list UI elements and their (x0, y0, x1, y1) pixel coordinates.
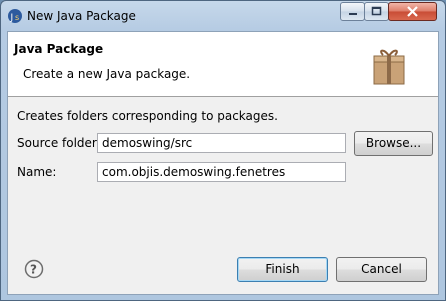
banner-title: Java Package (14, 42, 104, 56)
source-folder-label: Source folder: (17, 136, 101, 150)
header-banner: Java Package Create a new Java package. (8, 32, 438, 97)
source-folder-input[interactable]: demoswing/src (97, 133, 346, 153)
banner-message: Create a new Java package. (23, 67, 191, 81)
eclipse-java-icon: J s (8, 9, 22, 23)
browse-button[interactable]: Browse... (354, 131, 433, 156)
name-label: Name: (17, 165, 57, 179)
cancel-button[interactable]: Cancel (336, 257, 427, 282)
svg-text:J: J (10, 13, 14, 23)
help-icon[interactable]: ? (24, 259, 44, 279)
maximize-button[interactable] (364, 2, 389, 21)
close-icon (407, 6, 418, 17)
dialog-content: Java Package Create a new Java package. … (7, 31, 439, 295)
title-bar[interactable]: J s New Java Package (1, 1, 445, 31)
minimize-button[interactable] (340, 2, 365, 21)
svg-text:s: s (15, 13, 19, 22)
minimize-icon (349, 13, 357, 15)
package-icon (373, 49, 405, 85)
finish-button[interactable]: Finish (237, 257, 328, 282)
close-button[interactable] (388, 2, 437, 21)
svg-text:?: ? (30, 263, 37, 277)
description-text: Creates folders corresponding to package… (17, 109, 278, 123)
package-name-input[interactable]: com.objis.demoswing.fenetres (97, 162, 346, 182)
maximize-icon (371, 6, 382, 16)
window-title: New Java Package (27, 9, 136, 23)
dialog-window: J s New Java Package Java Package Create… (0, 0, 446, 301)
